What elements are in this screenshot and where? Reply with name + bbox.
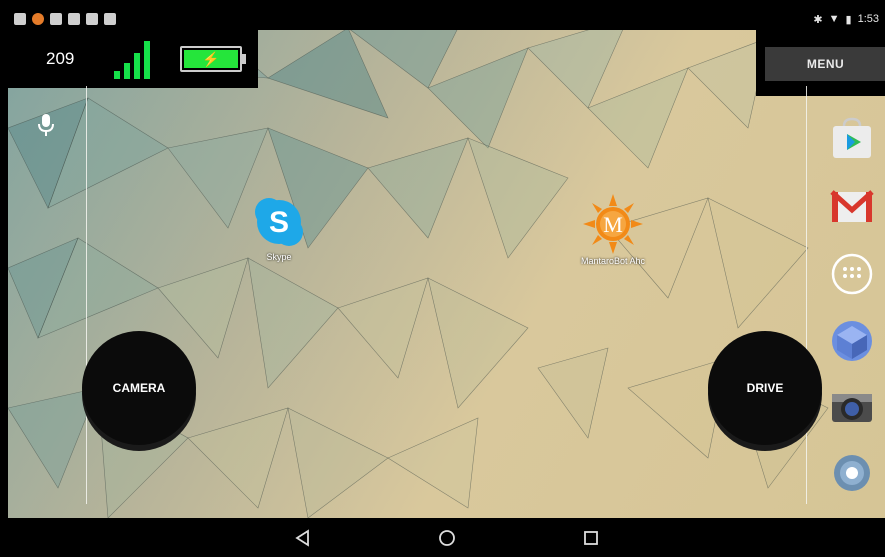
microphone-icon[interactable] [36,112,56,138]
menu-button[interactable]: MENU [765,47,885,81]
play-store-icon[interactable] [829,116,875,162]
robot-status-hud: 209 ⚡ [8,30,258,88]
skype-icon: S [251,194,307,250]
right-guide-line [806,86,807,504]
app-icon [32,13,44,25]
menu-panel: MENU [756,30,885,96]
wifi-icon: ▼ [828,13,840,25]
bluetooth-icon: ✱ [813,13,823,26]
tablet-screen: ✱ ▼ ▮ 1:53 209 ⚡ MENU S Skype M MantaroB… [8,8,885,557]
home-icon[interactable] [435,526,459,550]
gmail-icon[interactable] [829,184,875,230]
image-icon [50,13,62,25]
calendar-icon [14,13,26,25]
system-status: ✱ ▼ ▮ 1:53 [813,13,879,26]
battery-fill: ⚡ [184,50,238,68]
svg-text:S: S [269,206,289,239]
signal-strength-icon [114,37,158,81]
notification-icons [14,13,116,25]
download-icon [86,13,98,25]
clock: 1:53 [857,13,879,25]
back-icon[interactable] [291,526,315,550]
battery-icon: ▮ [845,13,852,26]
status-count: 209 [46,49,75,68]
camera-button[interactable]: CAMERA [82,331,196,445]
recents-icon[interactable] [579,526,603,550]
navigation-bar [8,518,885,557]
mantarobot-icon: M [583,194,643,254]
camera-icon[interactable] [829,384,875,430]
svg-text:M: M [603,212,623,237]
app-label: Skype [266,252,292,262]
app-mantarobot[interactable]: M MantaroBot Ahc [573,194,653,266]
status-bar: ✱ ▼ ▮ 1:53 [8,8,885,30]
robot-battery-icon: ⚡ [180,46,242,72]
email-icon [68,13,80,25]
drive-button[interactable]: DRIVE [708,331,822,445]
app-label: MantaroBot Ahc [580,256,646,266]
clipboard-icon [104,13,116,25]
cube-icon[interactable] [829,318,875,364]
battery-tip [242,54,246,64]
app-drawer-icon[interactable] [829,251,875,297]
app-skype[interactable]: S Skype [239,194,319,262]
settings-icon[interactable] [829,450,875,496]
left-guide-line [86,86,87,504]
